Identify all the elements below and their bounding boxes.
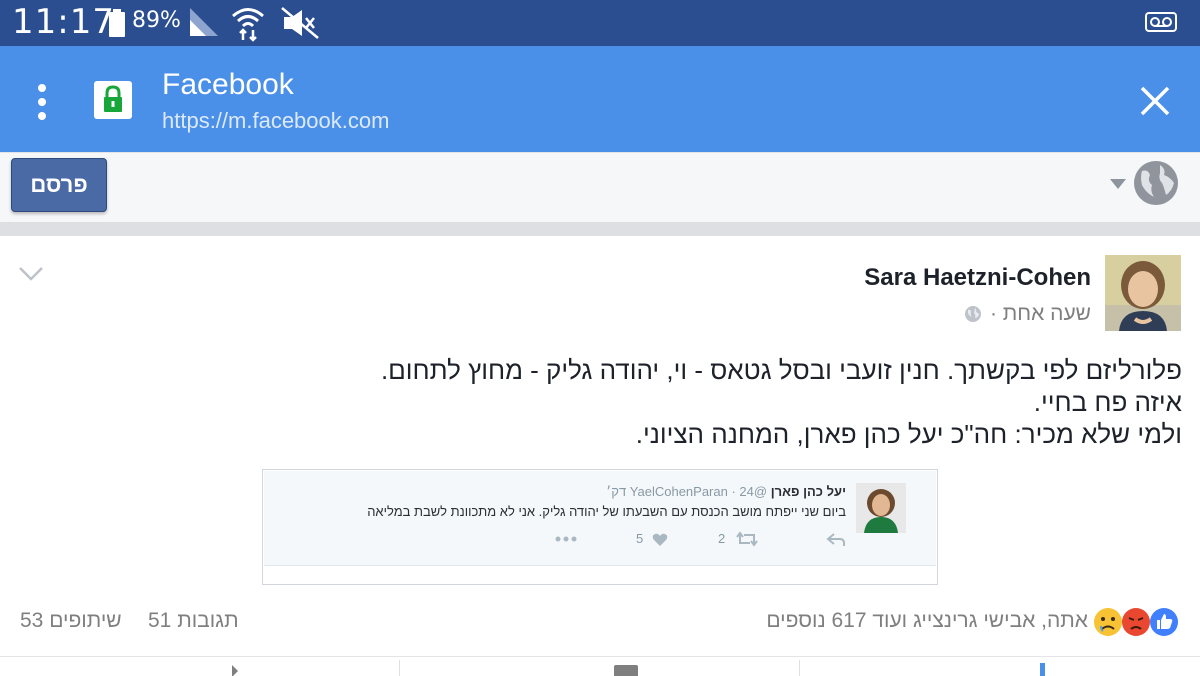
- mute-icon: [281, 7, 319, 39]
- post-action-bar: [0, 656, 1200, 676]
- tweet-actions: 5 2: [554, 530, 854, 550]
- status-time: 11:17: [12, 2, 115, 42]
- secure-lock-badge[interactable]: [94, 81, 132, 119]
- tweet-author-name: יעל כהן פארן: [770, 484, 846, 499]
- like-icon[interactable]: [1034, 663, 1050, 676]
- voicemail-icon: [1145, 12, 1177, 32]
- author-avatar[interactable]: [1105, 255, 1181, 331]
- section-divider: [0, 222, 1200, 236]
- page-url[interactable]: https://m.facebook.com: [162, 108, 389, 134]
- chevron-down-icon[interactable]: [18, 266, 44, 282]
- action-divider: [799, 660, 800, 676]
- post-button[interactable]: פרסם: [11, 158, 107, 212]
- comments-count[interactable]: 51 תגובות: [148, 609, 239, 633]
- post-composer: פרסם: [0, 152, 1200, 223]
- comment-icon[interactable]: [614, 665, 638, 676]
- feed-post: Sara Haetzni-Cohen שעה אחת · פלורליזם לפ…: [0, 236, 1200, 676]
- person-avatar-image: [1105, 255, 1181, 331]
- post-text-line: פלורליזם לפי בקשתך. חנין זועבי ובסל גטאס…: [380, 355, 1182, 385]
- close-icon[interactable]: [1138, 84, 1172, 118]
- post-time[interactable]: שעה אחת ·: [990, 302, 1091, 326]
- post-stats: אתה, אבישי גרינצייג ועוד 617 נוספים 51 ת…: [0, 606, 1200, 636]
- status-bar: 11:17 89%: [0, 0, 1200, 46]
- action-divider: [399, 660, 400, 676]
- dropdown-arrow-icon: [1110, 179, 1126, 189]
- post-text: פלורליזם לפי בקשתך. חנין זועבי ובסל גטאס…: [182, 354, 1182, 450]
- post-meta: שעה אחת ·: [964, 302, 1091, 326]
- tweet-retweet-count: 2: [718, 531, 726, 546]
- post-text-line: איזה פח בחיי.: [1033, 387, 1182, 417]
- tweet-text: ביום שני ייפתח מושב הכנסת עם השבעתו של י…: [367, 504, 846, 519]
- globe-icon: [1134, 161, 1178, 205]
- retweet-icon: [736, 531, 758, 547]
- tweet-header: יעל כהן פארן @YaelCohenParan · 24 דק׳: [606, 484, 846, 499]
- wifi-icon: [232, 8, 264, 42]
- reply-icon: [826, 533, 845, 546]
- author-name[interactable]: Sara Haetzni-Cohen: [864, 264, 1091, 292]
- tweet-like-count: 5: [636, 531, 644, 546]
- reactions-summary[interactable]: אתה, אבישי גרינצייג ועוד 617 נוספים: [766, 609, 1088, 633]
- share-icon[interactable]: [222, 665, 238, 676]
- page-title: Facebook: [162, 68, 294, 101]
- more-dots-icon: [555, 536, 577, 542]
- signal-icon: [190, 8, 218, 36]
- lock-icon: [104, 85, 122, 112]
- post-text-line: ולמי שלא מכיר: חה"כ יעל כהן פארן, המחנה …: [635, 419, 1182, 449]
- embedded-tweet-image[interactable]: יעל כהן פארן @YaelCohenParan · 24 דק׳ בי…: [262, 469, 938, 585]
- tweet-card: יעל כהן פארן @YaelCohenParan · 24 דק׳ בי…: [264, 471, 936, 566]
- battery-percent: 89%: [132, 8, 181, 33]
- tweet-person-image: [856, 483, 906, 533]
- battery-icon: [109, 9, 125, 37]
- public-globe-icon: [964, 306, 981, 322]
- heart-icon: [652, 533, 668, 546]
- browser-toolbar: Facebook https://m.facebook.com: [0, 46, 1200, 152]
- tweet-avatar: [856, 483, 906, 533]
- shares-count[interactable]: 53 שיתופים: [20, 609, 122, 633]
- like-reaction-icon: [1150, 608, 1178, 636]
- more-options-icon[interactable]: [30, 82, 54, 122]
